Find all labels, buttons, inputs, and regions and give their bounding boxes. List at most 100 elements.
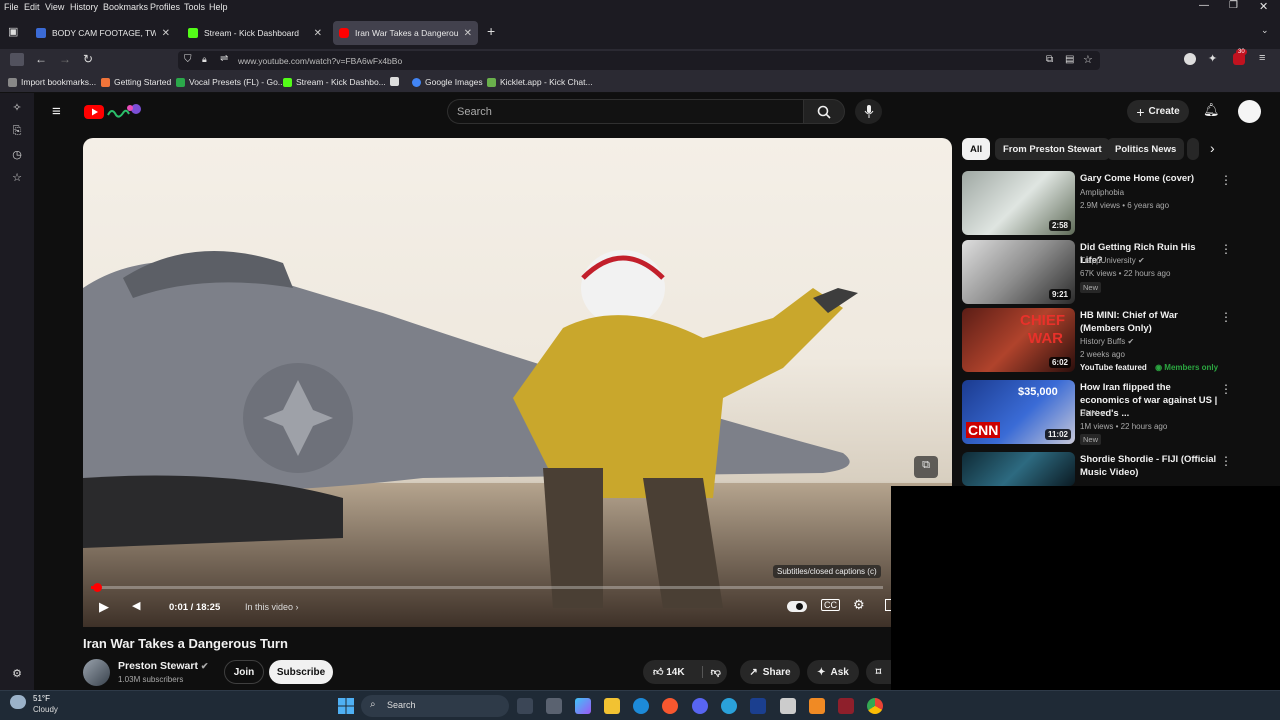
- menu-bookmarks[interactable]: Bookmarks: [103, 2, 148, 12]
- bookmark-kicklet[interactable]: Kicklet.app - Kick Chat...: [487, 77, 593, 87]
- chevron-down-icon[interactable]: ⌄: [1261, 25, 1269, 36]
- bookmark-google-images[interactable]: Google Images: [412, 77, 483, 87]
- menu-profiles[interactable]: Profiles: [150, 2, 180, 12]
- join-button[interactable]: Join: [224, 660, 264, 684]
- lock-icon[interactable]: 🔒︎: [202, 54, 207, 65]
- chip-partial[interactable]: [1187, 138, 1199, 160]
- back-icon[interactable]: ←: [35, 52, 47, 66]
- video-thumbnail[interactable]: CHIEF WAR 6:02: [962, 308, 1075, 372]
- progress-bar[interactable]: [91, 583, 883, 592]
- bookmark-s[interactable]: [390, 77, 399, 86]
- recommendation-item[interactable]: 9:21 Did Getting Rich Ruin His Life? Tra…: [962, 240, 1280, 304]
- search-input[interactable]: Search: [447, 99, 803, 124]
- reader-view-icon[interactable]: ▤: [1065, 54, 1074, 65]
- video-thumbnail[interactable]: 9:21: [962, 240, 1075, 304]
- synced-tabs-icon[interactable]: ⎘: [10, 125, 24, 139]
- chrome-icon[interactable]: [867, 698, 883, 714]
- edge-icon[interactable]: [633, 698, 649, 714]
- shield-icon[interactable]: ⛉: [184, 54, 192, 65]
- reload-icon[interactable]: ↻: [83, 52, 93, 66]
- ai-chat-icon[interactable]: ✧: [10, 101, 24, 115]
- settings-gear-icon[interactable]: ⚙: [10, 667, 24, 681]
- url-bar[interactable]: ⛉ 🔒︎ ⇌ www.youtube.com/watch?v=FBA6wFx4b…: [178, 51, 1100, 70]
- rec-title[interactable]: Shordie Shordie - FIJI (Official Music V…: [1080, 453, 1220, 479]
- sidebar-toggle-icon[interactable]: [10, 53, 24, 66]
- menu-edit[interactable]: Edit: [24, 2, 40, 12]
- app-menu-icon[interactable]: ≡: [1259, 52, 1265, 64]
- tab-list-icon[interactable]: ▣: [8, 25, 18, 38]
- picture-in-picture-icon[interactable]: ⧉: [1046, 54, 1053, 65]
- avatar[interactable]: [1238, 100, 1261, 123]
- rec-title[interactable]: Gary Come Home (cover): [1080, 172, 1220, 185]
- permissions-icon[interactable]: ⇌: [220, 53, 228, 64]
- tab-youtube-active[interactable]: Iran War Takes a Dangerous Tu ✕: [333, 21, 478, 45]
- more-options-icon[interactable]: ⋮: [1220, 173, 1232, 187]
- windows-start-icon[interactable]: [338, 698, 354, 714]
- chip-all[interactable]: All: [962, 138, 991, 160]
- minimize-icon[interactable]: —: [1199, 0, 1209, 11]
- more-options-icon[interactable]: ⋮: [1220, 382, 1232, 396]
- create-button[interactable]: + Create: [1127, 100, 1189, 123]
- new-tab-icon[interactable]: +: [487, 23, 495, 39]
- menu-view[interactable]: View: [45, 2, 64, 12]
- app-red-icon[interactable]: [838, 698, 854, 714]
- more-options-icon[interactable]: ⋮: [1220, 242, 1232, 256]
- menu-tools[interactable]: Tools: [184, 2, 205, 12]
- channel-name[interactable]: Preston Stewart ✔: [118, 660, 208, 672]
- settings-icon[interactable]: ⚙: [853, 597, 865, 613]
- tab-bodycam[interactable]: BODY CAM FOOTAGE, TWERK F ✕: [30, 21, 176, 45]
- video-player[interactable]: ⧉: [83, 138, 952, 627]
- in-this-video-button[interactable]: In this video ›: [245, 602, 299, 612]
- steam-icon[interactable]: [780, 698, 796, 714]
- rec-title[interactable]: HB MINI: Chief of War (Members Only): [1080, 309, 1220, 335]
- bookmarks-icon[interactable]: ☆: [10, 171, 24, 185]
- save-button[interactable]: ⌑: [866, 660, 891, 684]
- rec-channel[interactable]: Ampliphobia: [1080, 188, 1124, 197]
- volume-icon[interactable]: ◀︎: [132, 599, 140, 612]
- menu-file[interactable]: File: [4, 2, 19, 12]
- play-icon[interactable]: ▶: [99, 599, 109, 615]
- recommendation-item[interactable]: 2:58 Gary Come Home (cover) Ampliphobia …: [962, 171, 1280, 235]
- like-button[interactable]: 👍︎ 14K: [653, 666, 685, 678]
- discord-icon[interactable]: [692, 698, 708, 714]
- extensions-icon[interactable]: ✦: [1208, 52, 1217, 65]
- scrubber-handle[interactable]: [93, 583, 102, 592]
- bookmark-getting-started[interactable]: Getting Started: [101, 77, 171, 87]
- rec-channel[interactable]: TrappUniversity ✔: [1080, 256, 1145, 265]
- weather-cloud-icon[interactable]: [10, 695, 26, 709]
- close-tab-icon[interactable]: ✕: [162, 28, 170, 39]
- maximize-icon[interactable]: ❐: [1229, 0, 1238, 11]
- telegram-icon[interactable]: [721, 698, 737, 714]
- rec-channel[interactable]: History Buffs ✔: [1080, 337, 1134, 346]
- video-thumbnail[interactable]: $35,000 CNN 11:02: [962, 380, 1075, 444]
- recommendation-item[interactable]: CHIEF WAR 6:02 HB MINI: Chief of War (Me…: [962, 308, 1280, 372]
- recommendation-item[interactable]: Shordie Shordie - FIJI (Official Music V…: [962, 452, 1280, 486]
- close-tab-icon[interactable]: ✕: [314, 28, 322, 39]
- notifications-bell-icon[interactable]: 🔔︎: [1203, 102, 1220, 118]
- ask-button[interactable]: ✦ Ask: [807, 660, 859, 684]
- history-icon[interactable]: ◷: [10, 148, 24, 162]
- bookmark-kick-dashboard[interactable]: Stream - Kick Dashbo...: [283, 77, 386, 87]
- menu-history[interactable]: History: [70, 2, 98, 12]
- bookmark-star-icon[interactable]: ☆: [1083, 53, 1093, 66]
- forward-icon[interactable]: →: [59, 52, 71, 66]
- hamburger-menu-icon[interactable]: ≡: [52, 103, 61, 120]
- copilot-icon[interactable]: [575, 698, 591, 714]
- close-window-icon[interactable]: ✕: [1259, 0, 1268, 13]
- firefox-icon[interactable]: [662, 698, 678, 714]
- bookmark-import[interactable]: Import bookmarks...: [8, 77, 96, 87]
- close-tab-icon[interactable]: ✕: [464, 28, 472, 39]
- video-thumbnail[interactable]: [962, 452, 1075, 486]
- recommendation-item[interactable]: $35,000 CNN 11:02 How Iran flipped the e…: [962, 380, 1280, 445]
- autoplay-toggle[interactable]: [787, 601, 807, 612]
- more-options-icon[interactable]: ⋮: [1220, 310, 1232, 324]
- search-button[interactable]: [803, 99, 845, 124]
- rec-channel[interactable]: CNN ✔: [1080, 409, 1106, 418]
- video-thumbnail[interactable]: 2:58: [962, 171, 1075, 235]
- miniplayer-icon[interactable]: ⧉: [914, 456, 938, 478]
- more-options-icon[interactable]: ⋮: [1220, 454, 1232, 468]
- tab-kick-dashboard[interactable]: Stream - Kick Dashboard ✕: [182, 21, 328, 45]
- file-explorer-icon[interactable]: [604, 698, 620, 714]
- subscribe-button[interactable]: Subscribe: [269, 660, 333, 684]
- chip-from-preston-stewart[interactable]: From Preston Stewart: [995, 138, 1110, 160]
